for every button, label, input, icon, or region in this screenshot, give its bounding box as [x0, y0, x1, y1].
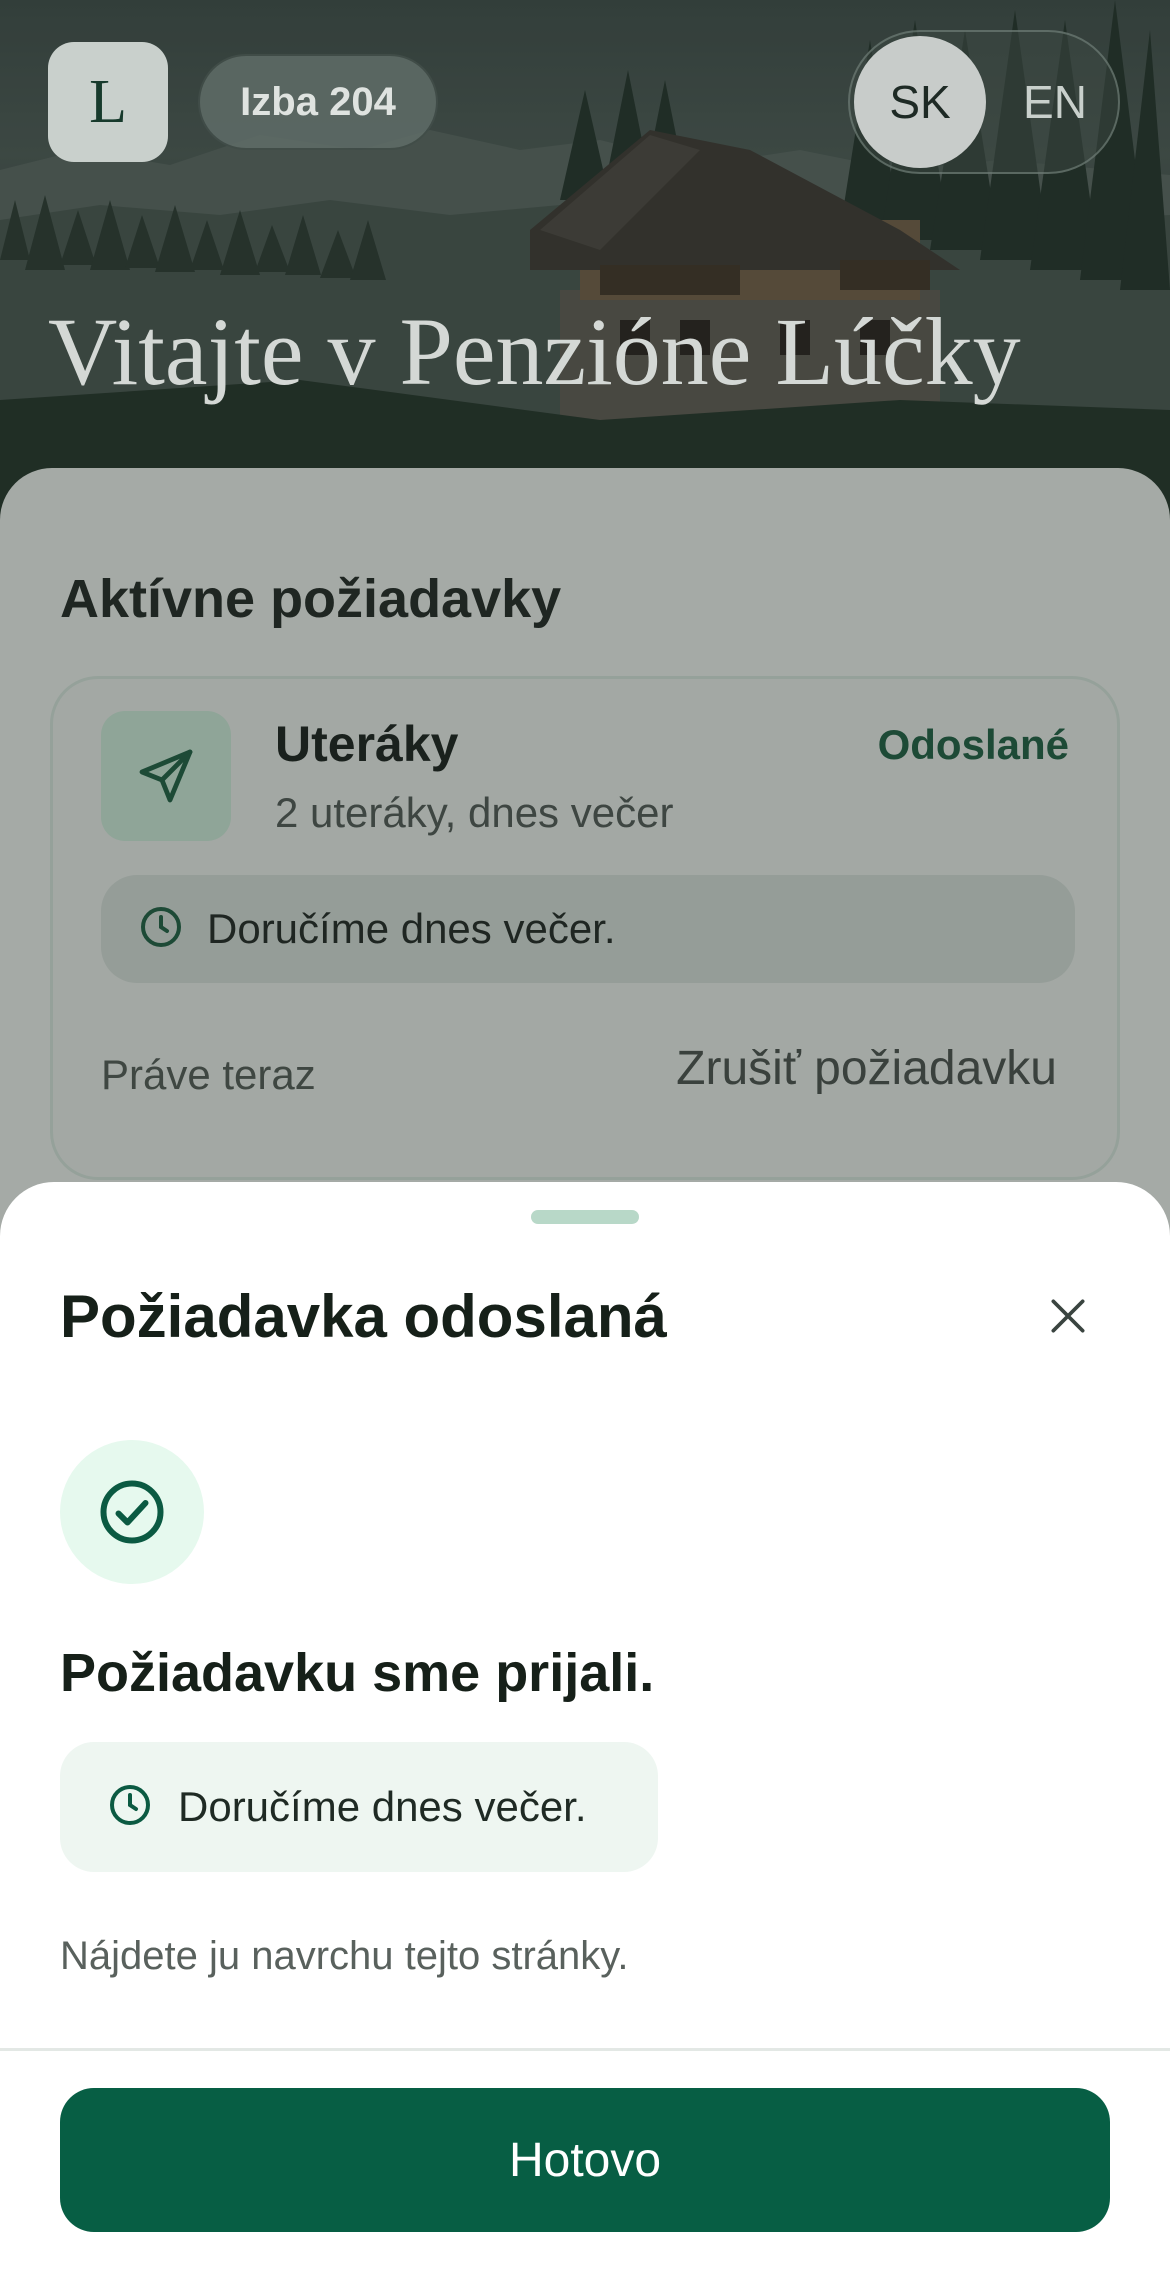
clock-icon: [137, 903, 185, 956]
delivery-eta-text: Doručíme dnes večer.: [178, 1783, 587, 1830]
cancel-request-button[interactable]: Zrušiť požiadavku: [676, 1041, 1057, 1096]
send-icon: [101, 711, 231, 841]
clock-icon: [106, 1781, 154, 1834]
close-icon[interactable]: [1036, 1284, 1100, 1348]
brand-logo: L: [48, 42, 168, 162]
done-button[interactable]: Hotovo: [60, 2088, 1110, 2232]
sheet-grabber[interactable]: [531, 1210, 639, 1224]
request-status-badge: Odoslané: [877, 721, 1069, 768]
request-eta: Doručíme dnes večer.: [101, 875, 1075, 983]
language-option-sk[interactable]: SK: [854, 36, 986, 168]
check-circle-icon: [60, 1440, 204, 1584]
delivery-eta-chip: Doručíme dnes večer.: [60, 1742, 658, 1872]
active-requests-heading: Aktívne požiadavky: [60, 569, 562, 629]
confirmation-sheet: Požiadavka odoslaná Požiadavku sme prija…: [0, 1182, 1170, 2280]
welcome-title: Vitajte v Penzióne Lúčky: [48, 298, 1021, 405]
sheet-title: Požiadavka odoslaná: [60, 1283, 667, 1350]
request-timestamp: Práve teraz: [101, 1051, 316, 1098]
request-detail: 2 uteráky, dnes večer: [275, 789, 674, 836]
hint-text: Nájdete ju navrchu tejto stránky.: [60, 1934, 629, 1978]
request-eta-text: Doručíme dnes večer.: [207, 905, 616, 952]
request-card[interactable]: Uteráky Odoslané 2 uteráky, dnes večer D…: [50, 676, 1120, 1180]
language-toggle[interactable]: SK EN: [848, 30, 1120, 174]
divider: [0, 2048, 1170, 2051]
language-option-en[interactable]: EN: [1000, 36, 1110, 168]
request-title: Uteráky: [275, 716, 459, 772]
hero-header: L Izba 204 SK EN Vitajte v Penzióne Lúčk…: [0, 0, 1170, 520]
app-screen: L Izba 204 SK EN Vitajte v Penzióne Lúčk…: [0, 0, 1170, 2280]
room-badge: Izba 204: [198, 54, 438, 150]
confirmation-message: Požiadavku sme prijali.: [60, 1643, 655, 1703]
